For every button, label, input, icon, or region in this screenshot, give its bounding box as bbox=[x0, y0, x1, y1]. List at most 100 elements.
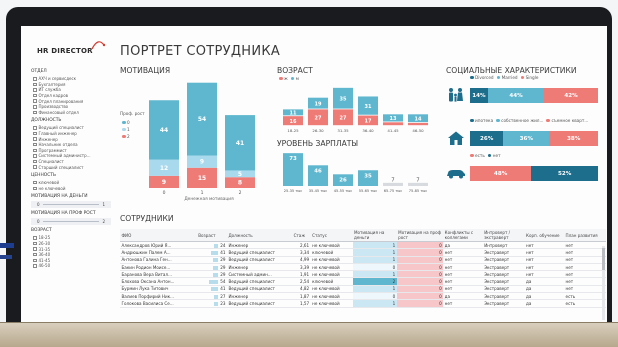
social-segment: 44% bbox=[487, 88, 545, 103]
table-row[interactable]: Антонова Галина Ген... 29 Ведущий специали… bbox=[120, 256, 606, 264]
cable-decoration bbox=[0, 243, 14, 248]
slicer-max: 2 bbox=[102, 219, 105, 225]
table-row[interactable]: Баранова Вера Витал... 29 Системный админ.… bbox=[120, 270, 606, 279]
slicer-track[interactable] bbox=[42, 204, 100, 205]
cell-value: 29 bbox=[220, 271, 226, 277]
table-cell: нет bbox=[524, 263, 565, 272]
filter-group-title: Отдел bbox=[31, 69, 47, 74]
filter-option[interactable]: не ключевой bbox=[31, 186, 111, 192]
checkbox[interactable] bbox=[33, 93, 37, 98]
cell-value: 23 bbox=[220, 301, 226, 307]
checkbox[interactable] bbox=[33, 180, 37, 185]
x-axis-title: Денежная мотивация bbox=[184, 196, 234, 202]
legend-label: м bbox=[295, 76, 299, 81]
employees-table: ФИО Возраст Должность Стаж Статус Мотивация н… bbox=[120, 229, 606, 308]
column-header[interactable]: Мотивация на проф рост bbox=[396, 229, 444, 242]
legend-swatch bbox=[496, 75, 501, 80]
table-cell: 1 bbox=[352, 241, 397, 250]
x-tick-label: 1 bbox=[201, 190, 204, 196]
column-header[interactable]: Должность bbox=[226, 229, 293, 242]
x-tick-label: 2 bbox=[239, 190, 242, 196]
legend-item: Married bbox=[496, 75, 518, 80]
table-cell: нет bbox=[564, 285, 606, 294]
motivation-chart: 91244015954185412Денежная мотивация bbox=[149, 82, 255, 202]
legend-swatch bbox=[520, 75, 525, 80]
filter-option-label: ИТ служба bbox=[38, 87, 61, 93]
social-segment: 38% bbox=[549, 131, 598, 146]
checkbox[interactable] bbox=[33, 88, 37, 92]
social-segment: 36% bbox=[503, 131, 550, 146]
checkbox[interactable] bbox=[33, 82, 37, 87]
checkbox[interactable] bbox=[33, 252, 37, 257]
bar-label: 12 bbox=[160, 165, 168, 172]
range-slicer[interactable]: 02 bbox=[31, 218, 111, 226]
column-header[interactable]: Интроверт / экстраверт bbox=[482, 229, 525, 242]
table-cell: 0 bbox=[396, 248, 444, 257]
table-cell: Антонова Галина Ген... bbox=[120, 256, 197, 264]
table-cell: 23 bbox=[196, 299, 227, 308]
legend-item: собственное жил... bbox=[496, 118, 543, 123]
table-cell: нет bbox=[564, 277, 606, 286]
checkbox[interactable] bbox=[33, 247, 37, 251]
checkbox[interactable] bbox=[33, 99, 37, 103]
house-icon bbox=[448, 131, 464, 145]
filter-option-label: Отдел кадров bbox=[38, 93, 69, 99]
table-row[interactable]: Валиев Порфирий Ник... 27 Инженер 1,87 не кл… bbox=[120, 292, 606, 301]
age-databar bbox=[214, 302, 219, 307]
slicer-track[interactable] bbox=[42, 221, 100, 222]
checkbox[interactable] bbox=[33, 154, 37, 158]
filter-option[interactable]: Финансовый отдел bbox=[31, 110, 111, 116]
table-row[interactable]: Блохова Оксана Антон... 54 Ведущий специал… bbox=[120, 277, 606, 286]
legend-item: ж bbox=[279, 76, 288, 81]
table-row[interactable]: Бурмин Лука Титович 41 Ведущий специалист 4… bbox=[120, 285, 606, 294]
filter-option-label: Производство bbox=[38, 104, 69, 110]
filter-option[interactable]: Старший специалист bbox=[31, 164, 111, 170]
social-segment: 14% bbox=[470, 88, 488, 103]
column-header[interactable]: Статус bbox=[310, 229, 353, 242]
checkbox[interactable] bbox=[33, 148, 37, 153]
legend-swatch bbox=[122, 127, 126, 132]
table-cell: 2,61 bbox=[292, 241, 311, 250]
page-title: ПОРТРЕТ СОТРУДНИКА bbox=[120, 44, 281, 59]
table-row[interactable]: Бакин Родион Моисе... 29 Инженер 3,39 не клю… bbox=[120, 263, 606, 272]
checkbox[interactable] bbox=[33, 142, 37, 147]
filter-option[interactable]: 46-50 bbox=[31, 263, 111, 269]
column-header[interactable]: Корп. обучение bbox=[524, 229, 565, 242]
column-header[interactable]: Конфликты с коллегами bbox=[443, 229, 483, 242]
column-header[interactable]: Мотивация на деньги bbox=[352, 229, 397, 242]
table-cell: есть bbox=[564, 299, 606, 308]
checkbox[interactable] bbox=[33, 186, 37, 191]
checkbox[interactable] bbox=[33, 241, 37, 246]
checkbox[interactable] bbox=[33, 77, 37, 81]
legend-item: 2 bbox=[122, 134, 130, 139]
checkbox[interactable] bbox=[33, 264, 37, 268]
checkbox[interactable] bbox=[33, 105, 37, 109]
table-cell: Александров Юрий Я... bbox=[120, 241, 197, 250]
filter-option-label: 18-25 bbox=[38, 235, 51, 241]
table-cell: 1,87 bbox=[292, 292, 311, 301]
checkbox[interactable] bbox=[33, 159, 37, 164]
table-cell: не ключевой bbox=[310, 263, 353, 272]
column-header[interactable]: Стаж bbox=[292, 229, 311, 242]
table-scrollbar-thumb[interactable] bbox=[602, 248, 605, 270]
table-cell: 0 bbox=[396, 285, 444, 294]
range-slicer[interactable]: 01 bbox=[31, 201, 111, 209]
age-databar bbox=[214, 243, 219, 248]
column-header[interactable]: ФИО bbox=[120, 229, 197, 242]
table-row[interactable]: Голокова Василиса Се... 23 Ведущий специал… bbox=[120, 299, 606, 308]
bar-label: 16 bbox=[290, 119, 297, 125]
checkbox[interactable] bbox=[33, 131, 37, 136]
table-cell: 0 bbox=[396, 292, 444, 301]
table-row[interactable]: Андрюшкин Палем А... 41 Ведущий специалист… bbox=[120, 248, 606, 257]
checkbox[interactable] bbox=[33, 236, 37, 240]
checkbox[interactable] bbox=[33, 110, 37, 115]
column-header[interactable]: План развития bbox=[564, 229, 606, 242]
table-cell: не ключевой bbox=[310, 285, 353, 294]
checkbox[interactable] bbox=[33, 258, 37, 263]
filter-option-label: ключевой bbox=[38, 180, 60, 186]
checkbox[interactable] bbox=[33, 137, 37, 141]
checkbox[interactable] bbox=[33, 126, 37, 130]
column-header[interactable]: Возраст bbox=[196, 229, 227, 242]
checkbox[interactable] bbox=[33, 165, 37, 169]
table-row[interactable]: Александров Юрий Я... 24 Инженер 2,61 не клю… bbox=[120, 241, 606, 250]
